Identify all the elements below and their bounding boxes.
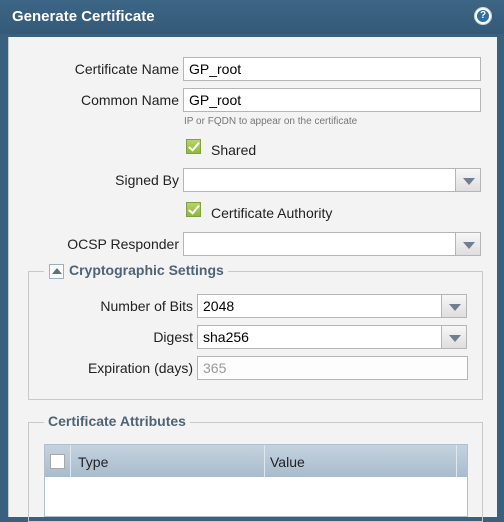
certificate-attributes-table: Type Value [44, 444, 468, 517]
number-of-bits-label: Number of Bits [100, 298, 193, 314]
certificate-name-label: Certificate Name [74, 61, 179, 77]
digest-label: Digest [153, 329, 193, 345]
shared-label: Shared [211, 142, 257, 158]
dialog-title: Generate Certificate [12, 8, 155, 25]
common-name-input[interactable]: GP_root [183, 88, 481, 112]
cryptographic-settings-title: Cryptographic Settings [69, 262, 224, 278]
signed-by-label: Signed By [115, 172, 179, 188]
cryptographic-settings-legend: Cryptographic Settings [44, 262, 228, 278]
expiration-label: Expiration (days) [87, 360, 193, 376]
table-header: Type Value [45, 445, 467, 477]
certificate-authority-label: Certificate Authority [211, 205, 333, 221]
digest-dropdown-button[interactable] [441, 325, 467, 349]
certificate-name-input[interactable]: GP_root [183, 57, 481, 81]
digest-select[interactable]: sha256 [197, 325, 442, 349]
collapse-icon[interactable] [49, 264, 64, 279]
column-header-value[interactable]: Value [270, 454, 305, 470]
column-header-type[interactable]: Type [78, 454, 108, 470]
help-icon[interactable]: ? [474, 7, 492, 25]
common-name-label: Common Name [80, 92, 179, 108]
signed-by-select[interactable] [183, 168, 456, 192]
dialog-title-bar: Generate Certificate ? [0, 0, 504, 34]
shared-checkbox[interactable] [186, 139, 201, 154]
certificate-attributes-legend: Certificate Attributes [44, 413, 190, 429]
signed-by-dropdown-button[interactable] [455, 168, 481, 192]
ocsp-responder-select[interactable] [183, 232, 456, 256]
certificate-authority-checkbox[interactable] [186, 202, 201, 217]
expiration-input[interactable]: 365 [197, 356, 468, 380]
ocsp-responder-label: OCSP Responder [67, 236, 179, 252]
number-of-bits-select[interactable]: 2048 [197, 294, 442, 318]
common-name-hint: IP or FQDN to appear on the certificate [184, 116, 358, 127]
number-of-bits-dropdown-button[interactable] [441, 294, 467, 318]
select-all-checkbox[interactable] [50, 454, 65, 469]
ocsp-responder-dropdown-button[interactable] [455, 232, 481, 256]
